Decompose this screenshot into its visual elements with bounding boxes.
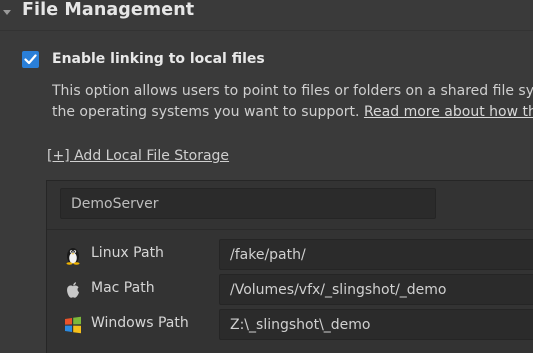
storage-name-input[interactable]	[60, 188, 436, 219]
description-line-1: This option allows users to point to fil…	[52, 83, 533, 99]
linux-path-label: Linux Path	[91, 245, 164, 261]
checkmark-icon	[24, 54, 37, 65]
linux-path-row: Linux Path	[47, 239, 533, 271]
linking-description: This option allows users to point to fil…	[52, 81, 533, 123]
local-file-storage-panel: Linux Path Mac Path Wi	[46, 180, 533, 353]
tux-linux-icon	[63, 245, 83, 265]
windows-path-label: Windows Path	[91, 315, 189, 331]
file-management-page: File Management Enable linking to local …	[0, 0, 533, 353]
apple-icon	[63, 280, 83, 300]
linux-path-input[interactable]	[219, 239, 533, 270]
description-line-2-text: the operating systems you want to suppor…	[52, 104, 364, 120]
windows-path-input[interactable]	[219, 309, 533, 340]
mac-path-label: Mac Path	[91, 280, 155, 296]
add-local-file-storage-link[interactable]: [+] Add Local File Storage	[47, 148, 229, 164]
panel-divider	[47, 229, 533, 230]
triangle-down-icon[interactable]	[3, 10, 11, 15]
description-line-2: the operating systems you want to suppor…	[52, 102, 533, 123]
read-more-link[interactable]: Read more about how th	[364, 104, 533, 120]
windows-path-row: Windows Path	[47, 309, 533, 341]
section-title: File Management	[22, 0, 195, 20]
mac-path-row: Mac Path	[47, 274, 533, 306]
mac-path-input[interactable]	[219, 274, 533, 305]
section-divider	[0, 30, 533, 31]
enable-linking-checkbox[interactable]	[22, 51, 39, 68]
windows-logo-icon	[63, 315, 83, 335]
enable-linking-label[interactable]: Enable linking to local files	[52, 51, 265, 67]
